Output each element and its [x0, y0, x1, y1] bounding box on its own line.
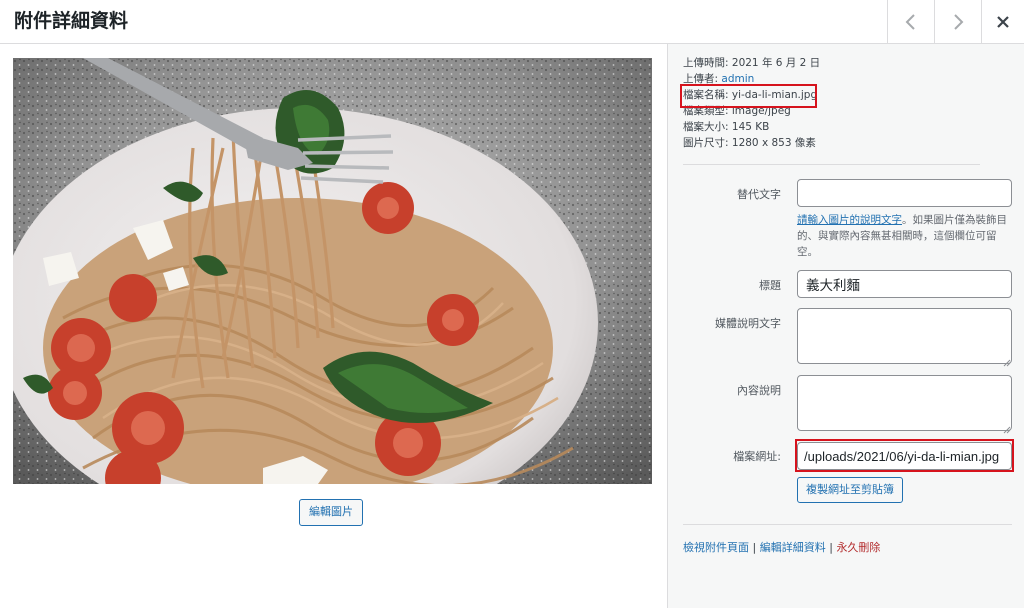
modal-header: 附件詳細資料	[0, 0, 1024, 44]
uploaded-on-label: 上傳時間:	[683, 57, 729, 69]
description-label: 內容說明	[737, 384, 781, 397]
caption-label: 媒體說明文字	[715, 317, 781, 330]
actions-separator: |	[829, 541, 833, 554]
close-icon	[996, 15, 1010, 29]
copy-url-button[interactable]: 複製網址至剪貼簿	[797, 477, 903, 503]
file-url-label: 檔案網址:	[733, 450, 781, 463]
caption-textarea[interactable]	[797, 308, 1012, 364]
alt-text-input[interactable]	[797, 179, 1012, 207]
next-button[interactable]	[934, 0, 981, 44]
close-button[interactable]	[981, 0, 1024, 44]
uploaded-on-row: 上傳時間: 2021 年 6 月 2 日	[683, 55, 820, 71]
attachment-actions: 檢視附件頁面 | 編輯詳細資料 | 永久刪除	[683, 539, 880, 555]
title-label: 標題	[759, 279, 781, 292]
modal-title: 附件詳細資料	[14, 10, 129, 32]
attachment-image	[13, 58, 652, 484]
chevron-left-icon	[904, 13, 918, 31]
actions-separator: |	[752, 541, 757, 554]
attachment-details-modal: 附件詳細資料 編輯圖片 上傳時間: 2021 年 6 月 2 日 上傳者: ad…	[0, 0, 1024, 608]
attachment-details-sidebar: 上傳時間: 2021 年 6 月 2 日 上傳者: admin 檔案名稱: yi…	[667, 44, 1024, 608]
dimensions-value: 1280 x 853 像素	[731, 137, 816, 149]
description-textarea[interactable]	[797, 375, 1012, 431]
previous-button[interactable]	[887, 0, 934, 44]
delete-permanently-link[interactable]: 永久刪除	[836, 541, 880, 554]
actions-divider	[683, 524, 1012, 525]
view-attachment-link[interactable]: 檢視附件頁面	[683, 541, 749, 554]
edit-image-button[interactable]: 編輯圖片	[299, 499, 363, 526]
dimensions-label: 圖片尺寸:	[683, 137, 729, 149]
alt-text-help-link[interactable]: 請輸入圖片的說明文字	[797, 214, 902, 226]
file-size-value: 145 KB	[731, 121, 770, 133]
meta-divider	[683, 164, 980, 165]
file-size-label: 檔案大小:	[683, 121, 729, 133]
alt-text-note: 請輸入圖片的說明文字。如果圖片僅為裝飾目的、與實際內容無甚相關時，這個欄位可留空…	[797, 212, 1013, 260]
file-name-highlight	[680, 84, 817, 108]
chevron-right-icon	[951, 13, 965, 31]
caption-resize-handle[interactable]	[1003, 352, 1011, 371]
dimensions-row: 圖片尺寸: 1280 x 853 像素	[683, 135, 820, 151]
edit-details-link[interactable]: 編輯詳細資料	[760, 541, 826, 554]
file-size-row: 檔案大小: 145 KB	[683, 119, 820, 135]
file-url-highlight	[795, 439, 1014, 472]
image-preview-panel: 編輯圖片	[0, 44, 667, 608]
uploaded-on-value: 2021 年 6 月 2 日	[731, 57, 821, 69]
title-input[interactable]	[797, 270, 1012, 298]
alt-text-label: 替代文字	[737, 188, 781, 201]
description-resize-handle[interactable]	[1003, 419, 1011, 438]
